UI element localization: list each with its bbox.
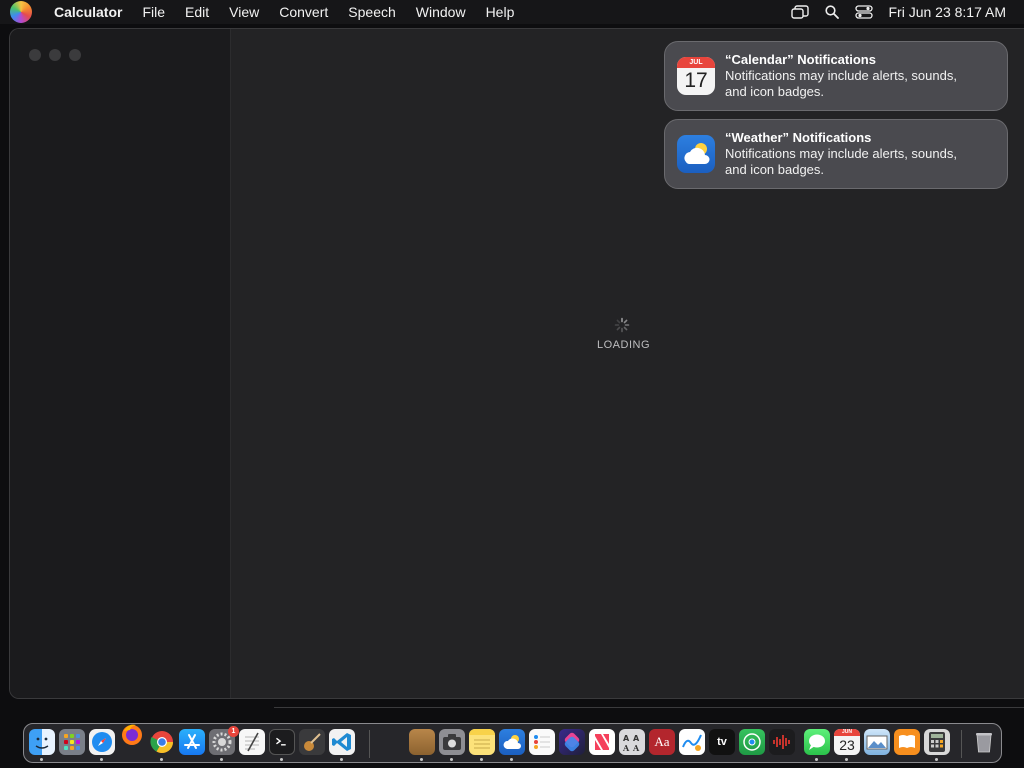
window-sidebar bbox=[10, 29, 231, 698]
notification-title: “Calendar” Notifications bbox=[725, 52, 876, 67]
firefox-icon[interactable] bbox=[119, 721, 145, 747]
screenshot-icon[interactable] bbox=[439, 729, 465, 755]
shortcuts-icon[interactable] bbox=[559, 729, 585, 755]
chrome-icon[interactable] bbox=[149, 729, 175, 755]
weather-notification-text: “Weather” Notifications Notifications ma… bbox=[725, 130, 957, 178]
dock-separator bbox=[369, 730, 370, 758]
menu-help[interactable]: Help bbox=[476, 0, 525, 24]
notification-body-line: and icon badges. bbox=[725, 162, 825, 177]
loading-indicator: LOADING bbox=[597, 317, 651, 351]
dictionary-icon[interactable]: Aa bbox=[649, 729, 675, 755]
finder-icon[interactable] bbox=[29, 729, 55, 755]
dock: 1 AA A A Aa tv JUN 23 bbox=[23, 723, 1002, 763]
menu-convert[interactable]: Convert bbox=[269, 0, 338, 24]
weather-app-icon bbox=[677, 135, 715, 173]
news-icon[interactable] bbox=[589, 729, 615, 755]
svg-text:A: A bbox=[622, 743, 630, 753]
running-indicator bbox=[510, 758, 513, 761]
running-indicator bbox=[160, 758, 163, 761]
weather-dock-icon[interactable] bbox=[499, 729, 525, 755]
minimize-window-button[interactable] bbox=[49, 49, 61, 61]
calendar-dock-day: 23 bbox=[839, 737, 855, 753]
launchpad-icon[interactable] bbox=[59, 729, 85, 755]
calendar-notification-text: “Calendar” Notifications Notifications m… bbox=[725, 52, 957, 100]
window-controls bbox=[29, 49, 81, 61]
running-indicator bbox=[220, 758, 223, 761]
messages-icon[interactable] bbox=[804, 729, 830, 755]
running-indicator bbox=[815, 758, 818, 761]
calendar-icon-day: 17 bbox=[684, 69, 708, 92]
preview-icon[interactable] bbox=[864, 729, 890, 755]
running-indicator bbox=[480, 758, 483, 761]
calendar-dock-icon[interactable]: JUN 23 bbox=[834, 729, 860, 755]
calculator-dock-icon[interactable] bbox=[924, 729, 950, 755]
textedit-icon[interactable] bbox=[239, 729, 265, 755]
menubar-clock[interactable]: Fri Jun 23 8:17 AM bbox=[880, 0, 1024, 24]
weather-notification[interactable]: “Weather” Notifications Notifications ma… bbox=[664, 119, 1008, 189]
notification-body-line: Notifications may include alerts, sounds… bbox=[725, 146, 957, 161]
running-indicator bbox=[935, 758, 938, 761]
menu-app-name[interactable]: Calculator bbox=[42, 0, 132, 24]
running-indicator bbox=[40, 758, 43, 761]
background-window-edge bbox=[274, 700, 1024, 708]
loading-label: LOADING bbox=[597, 339, 651, 351]
safari-icon[interactable] bbox=[89, 729, 115, 755]
terminal-icon[interactable] bbox=[269, 729, 295, 755]
menu-view[interactable]: View bbox=[219, 0, 269, 24]
font-book-icon[interactable]: AAAA bbox=[619, 729, 645, 755]
close-window-button[interactable] bbox=[29, 49, 41, 61]
find-my-icon[interactable] bbox=[739, 729, 765, 755]
books-icon[interactable] bbox=[894, 729, 920, 755]
stage-manager-icon[interactable] bbox=[784, 0, 816, 24]
menu-bar: Calculator File Edit View Convert Speech… bbox=[0, 0, 1024, 24]
running-indicator bbox=[280, 758, 283, 761]
app-store-icon[interactable] bbox=[179, 729, 205, 755]
guitar-app-icon[interactable] bbox=[299, 729, 325, 755]
apple-tv-label: tv bbox=[717, 736, 727, 748]
notification-title: “Weather” Notifications bbox=[725, 130, 872, 145]
svg-text:A: A bbox=[632, 743, 640, 753]
running-indicator bbox=[845, 758, 848, 761]
notification-body-line: and icon badges. bbox=[725, 84, 825, 99]
calendar-app-icon: JUL 17 bbox=[677, 57, 715, 95]
menubar-status-area: Fri Jun 23 8:17 AM bbox=[784, 0, 1024, 24]
system-settings-icon[interactable]: 1 bbox=[209, 726, 239, 755]
notes-icon[interactable] bbox=[469, 729, 495, 755]
menu-edit[interactable]: Edit bbox=[175, 0, 219, 24]
calendar-dock-month: JUN bbox=[834, 729, 860, 736]
freeform-icon[interactable] bbox=[679, 729, 705, 755]
running-indicator bbox=[340, 758, 343, 761]
archive-utility-icon[interactable] bbox=[409, 729, 435, 755]
reminders-icon[interactable] bbox=[529, 729, 555, 755]
running-indicator bbox=[420, 758, 423, 761]
trash-icon[interactable] bbox=[971, 729, 997, 755]
menu-file[interactable]: File bbox=[132, 0, 175, 24]
menu-speech[interactable]: Speech bbox=[338, 0, 405, 24]
control-center-icon[interactable] bbox=[848, 0, 880, 24]
apple-menu-icon[interactable] bbox=[10, 1, 32, 23]
running-indicator bbox=[100, 758, 103, 761]
dock-separator bbox=[961, 730, 962, 758]
svg-text:A: A bbox=[633, 734, 640, 743]
running-indicator bbox=[450, 758, 453, 761]
svg-text:A: A bbox=[623, 734, 630, 743]
spotlight-search-icon[interactable] bbox=[816, 0, 848, 24]
settings-badge: 1 bbox=[228, 726, 239, 737]
apple-tv-icon[interactable]: tv bbox=[709, 729, 735, 755]
notification-body-line: Notifications may include alerts, sounds… bbox=[725, 68, 957, 83]
voice-memos-icon[interactable] bbox=[769, 729, 795, 755]
loading-spinner-icon bbox=[614, 317, 630, 333]
vscode-icon[interactable] bbox=[329, 729, 355, 755]
zoom-window-button[interactable] bbox=[69, 49, 81, 61]
calendar-notification[interactable]: JUL 17 “Calendar” Notifications Notifica… bbox=[664, 41, 1008, 111]
menu-window[interactable]: Window bbox=[406, 0, 476, 24]
